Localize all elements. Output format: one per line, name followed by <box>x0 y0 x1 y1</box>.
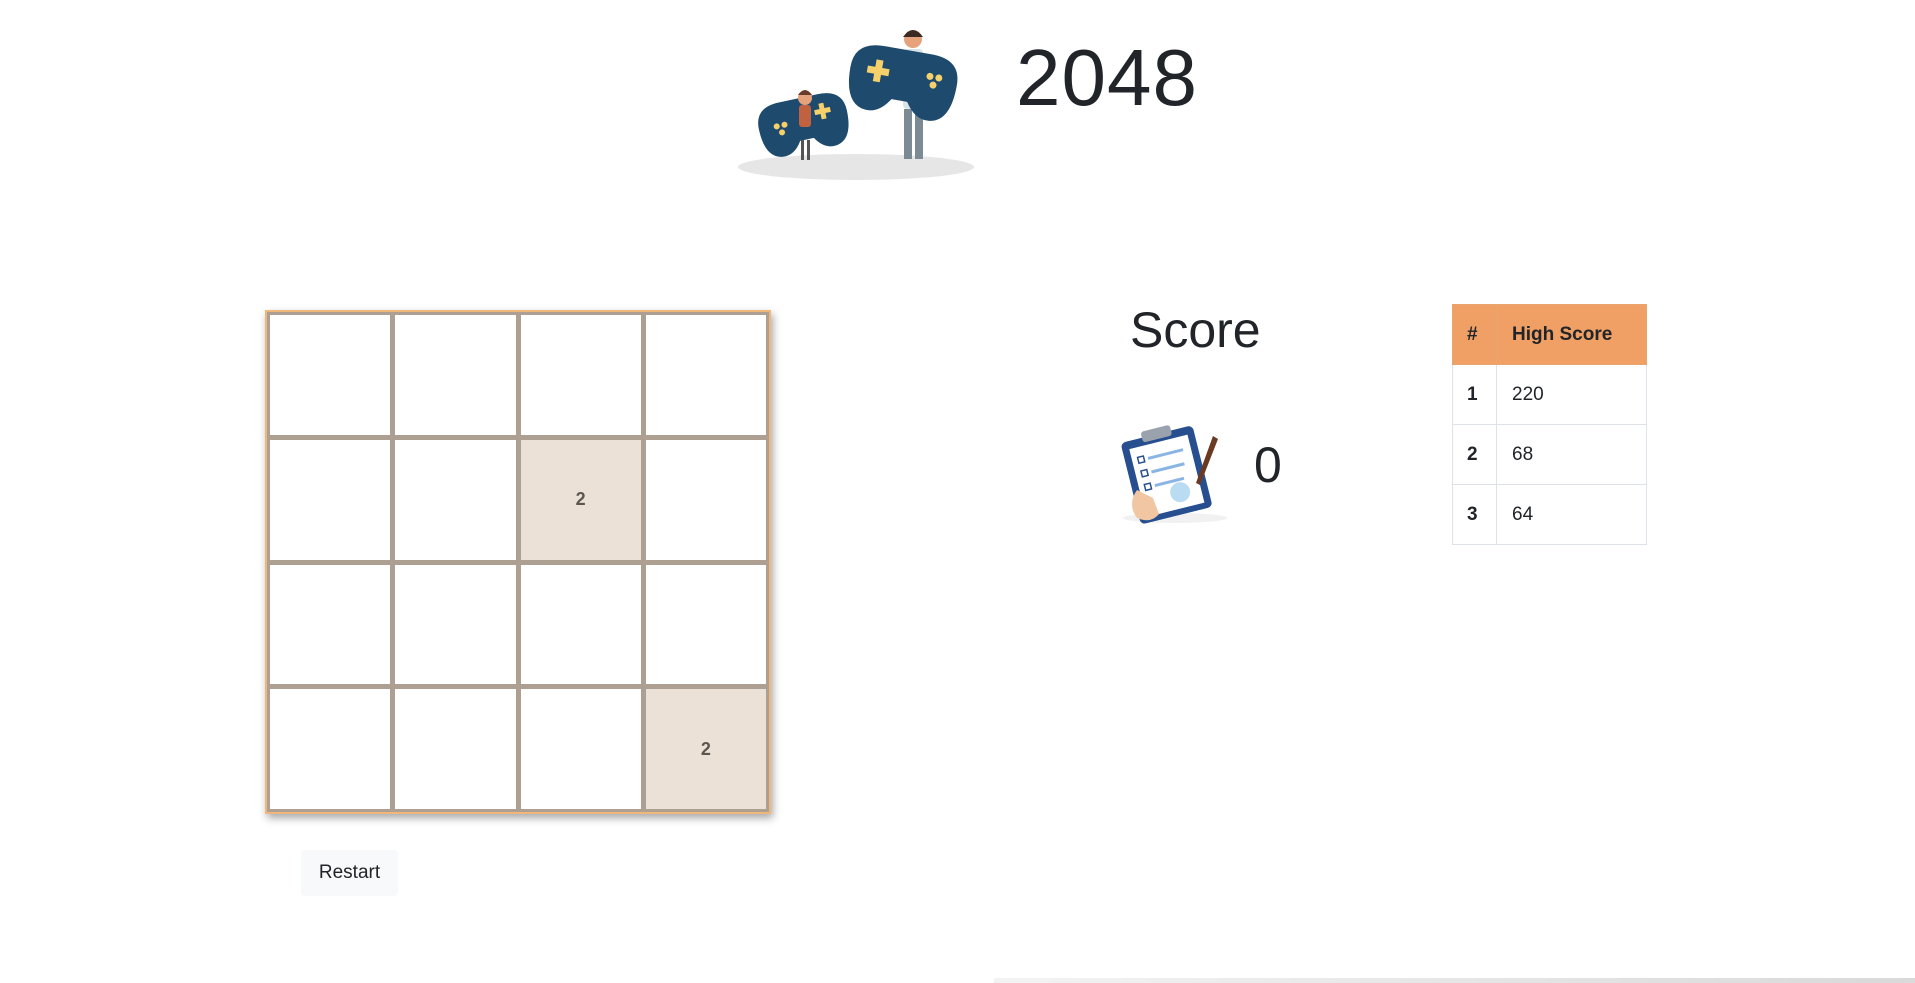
empty-cell <box>645 439 766 560</box>
high-score-column-header: High Score <box>1496 304 1647 365</box>
tile: 2 <box>520 439 641 560</box>
high-score-row: 2 68 <box>1452 424 1647 485</box>
score-value: 0 <box>1254 437 1282 493</box>
rank-cell: 1 <box>1452 364 1497 425</box>
gamers-controllers-illustration <box>738 30 974 180</box>
score-cell: 68 <box>1496 424 1647 485</box>
game-title: 2048 <box>1016 33 1198 122</box>
empty-cell <box>520 564 641 685</box>
score-label: Score <box>1130 302 1261 358</box>
high-score-header-row: # High Score <box>1452 304 1647 365</box>
rank-column-header: # <box>1452 304 1497 365</box>
clipboard-icon <box>1121 425 1227 524</box>
bottom-scroll-edge <box>994 978 1915 983</box>
empty-cell <box>520 315 641 435</box>
empty-cell <box>270 439 391 560</box>
empty-cell <box>395 315 516 435</box>
empty-cell <box>395 689 516 809</box>
empty-cell <box>645 315 766 435</box>
rank-cell: 2 <box>1452 424 1497 485</box>
empty-cell <box>270 564 391 685</box>
high-score-table: # High Score 1 220 2 68 3 64 <box>1452 304 1647 545</box>
tile: 2 <box>645 689 766 809</box>
empty-cell <box>395 564 516 685</box>
game-page: 2048 22 Restart Score 0 # High Score 1 2… <box>0 0 1915 983</box>
empty-cell <box>520 689 641 809</box>
empty-cell <box>395 439 516 560</box>
empty-cell <box>645 564 766 685</box>
empty-cell <box>270 315 391 435</box>
high-score-row: 1 220 <box>1452 364 1647 425</box>
score-cell: 64 <box>1496 484 1647 545</box>
rank-cell: 3 <box>1452 484 1497 545</box>
score-cell: 220 <box>1496 364 1647 425</box>
restart-button[interactable]: Restart <box>301 850 398 896</box>
game-board[interactable]: 22 <box>265 310 771 814</box>
empty-cell <box>270 689 391 809</box>
high-score-row: 3 64 <box>1452 484 1647 545</box>
